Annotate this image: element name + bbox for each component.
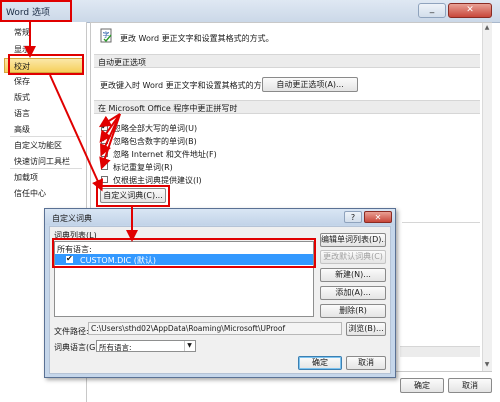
arrow-proofing-to-button — [49, 74, 104, 192]
annotation-arrows — [24, 22, 138, 242]
arrow-checkbox-4 — [99, 113, 121, 170]
